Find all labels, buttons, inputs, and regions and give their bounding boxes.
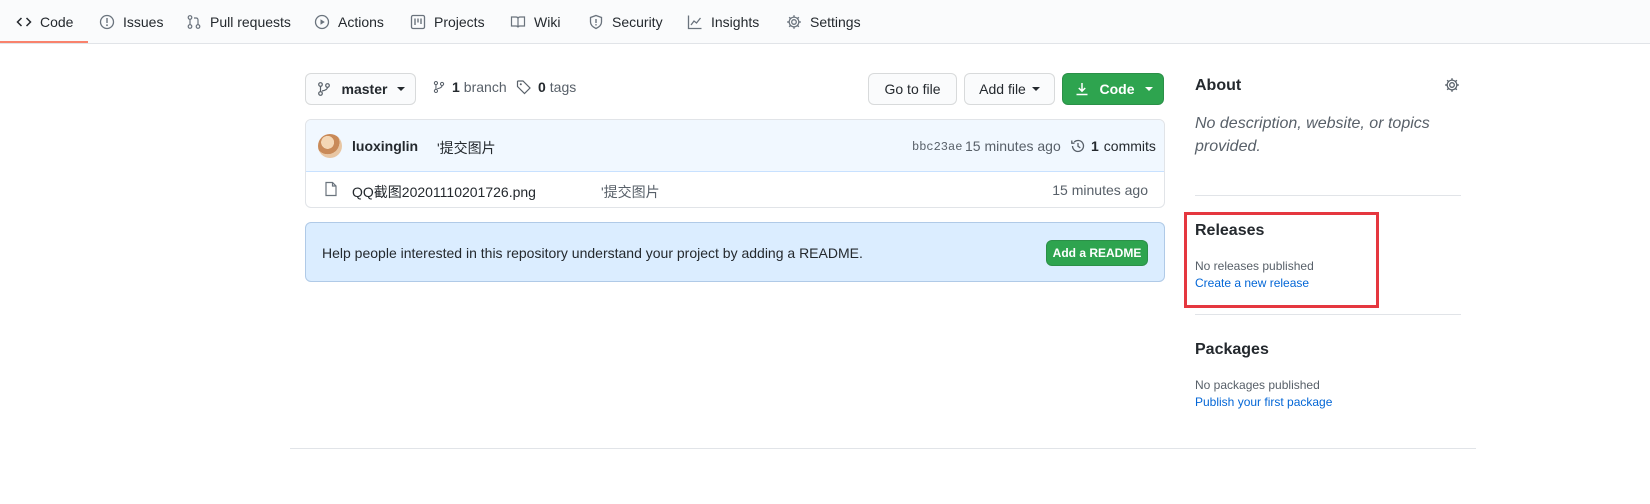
book-icon [510, 14, 526, 30]
tab-label: Projects [434, 14, 485, 30]
chevron-down-icon [397, 87, 406, 91]
tab-security[interactable]: Security [588, 0, 663, 44]
tags-link[interactable]: 0 tags [516, 79, 576, 95]
sidebar-divider [1195, 195, 1461, 196]
about-description: No description, website, or topics provi… [1195, 115, 1430, 155]
file-commit-message-link[interactable]: '提交图片 [601, 182, 660, 202]
tab-projects[interactable]: Projects [410, 0, 485, 44]
repo-nav: Code Issues Pull requests Actions Projec… [0, 0, 1650, 44]
branch-icon [432, 79, 446, 95]
go-to-file-button[interactable]: Go to file [868, 73, 957, 105]
play-icon [314, 14, 330, 30]
tab-label: Issues [123, 14, 164, 30]
about-heading: About [1195, 77, 1242, 94]
code-button-label: Code [1099, 81, 1135, 97]
tab-issues[interactable]: Issues [99, 0, 163, 44]
history-icon [1070, 138, 1086, 154]
code-icon [16, 14, 32, 30]
tab-code[interactable]: Code [16, 0, 73, 44]
branches-link[interactable]: 1 branch [432, 79, 507, 95]
active-tab-indicator [0, 41, 88, 43]
commit-sha-link[interactable]: bbc23ae [912, 140, 962, 154]
tab-label: Code [40, 14, 74, 30]
annotation-highlight-box [1184, 212, 1379, 308]
add-readme-button[interactable]: Add a README [1046, 240, 1148, 266]
code-button[interactable]: Code [1062, 73, 1164, 105]
issue-icon [99, 14, 115, 30]
avatar[interactable] [318, 134, 342, 158]
commit-message-link[interactable]: '提交图片 [437, 138, 496, 158]
tab-wiki[interactable]: Wiki [510, 0, 560, 44]
latest-commit-row: luoxinglin '提交图片 bbc23ae 15 minutes ago … [306, 120, 1164, 172]
gear-icon[interactable] [1444, 77, 1460, 96]
readme-prompt: Help people interested in this repositor… [305, 222, 1165, 282]
tab-actions[interactable]: Actions [314, 0, 384, 44]
file-name-link[interactable]: QQ截图20201110201726.png [352, 182, 536, 202]
project-icon [410, 14, 426, 30]
tab-label: Wiki [534, 14, 561, 30]
tab-label: Insights [711, 14, 760, 30]
download-icon [1074, 81, 1090, 97]
tab-settings[interactable]: Settings [786, 0, 861, 44]
chevron-down-icon [1144, 87, 1153, 91]
file-icon [323, 181, 339, 200]
commit-time: 15 minutes ago [965, 138, 1061, 154]
graph-icon [687, 14, 703, 30]
add-readme-label: Add a README [1052, 246, 1142, 260]
gear-icon [786, 14, 802, 30]
go-to-file-label: Go to file [884, 81, 941, 97]
branch-select-button[interactable]: master [305, 73, 416, 105]
commits-label: commits [1103, 138, 1156, 154]
file-row: QQ截图20201110201726.png '提交图片 15 minutes … [306, 172, 1164, 207]
readme-prompt-text: Help people interested in this repositor… [322, 245, 863, 261]
sidebar-divider [1195, 314, 1461, 315]
branch-icon [316, 81, 332, 97]
add-file-label: Add file [979, 81, 1026, 97]
commit-count: 1 [1091, 138, 1099, 154]
file-navigation-box: luoxinglin '提交图片 bbc23ae 15 minutes ago … [305, 119, 1165, 208]
footer-divider [290, 448, 1476, 449]
branch-label: branch [463, 79, 507, 95]
add-file-button[interactable]: Add file [964, 73, 1055, 105]
tab-label: Settings [810, 14, 861, 30]
tag-icon [516, 79, 532, 95]
branch-count: 1 [452, 79, 460, 95]
tag-label: tags [549, 79, 577, 95]
packages-heading[interactable]: Packages [1195, 341, 1269, 359]
tab-label: Pull requests [210, 14, 291, 30]
commits-history-link[interactable]: 1 commits [1070, 138, 1156, 154]
tab-insights[interactable]: Insights [687, 0, 759, 44]
tab-label: Actions [338, 14, 384, 30]
commit-author-link[interactable]: luoxinglin [352, 138, 418, 154]
chevron-down-icon [1031, 87, 1040, 91]
tab-label: Security [612, 14, 663, 30]
file-time: 15 minutes ago [1052, 182, 1148, 198]
publish-package-link[interactable]: Publish your first package [1195, 395, 1332, 409]
branch-name: master [341, 81, 388, 97]
tag-count: 0 [538, 79, 546, 95]
packages-empty-text: No packages published [1195, 378, 1320, 392]
tab-pull-requests[interactable]: Pull requests [186, 0, 291, 44]
pull-request-icon [186, 14, 202, 30]
shield-icon [588, 14, 604, 30]
